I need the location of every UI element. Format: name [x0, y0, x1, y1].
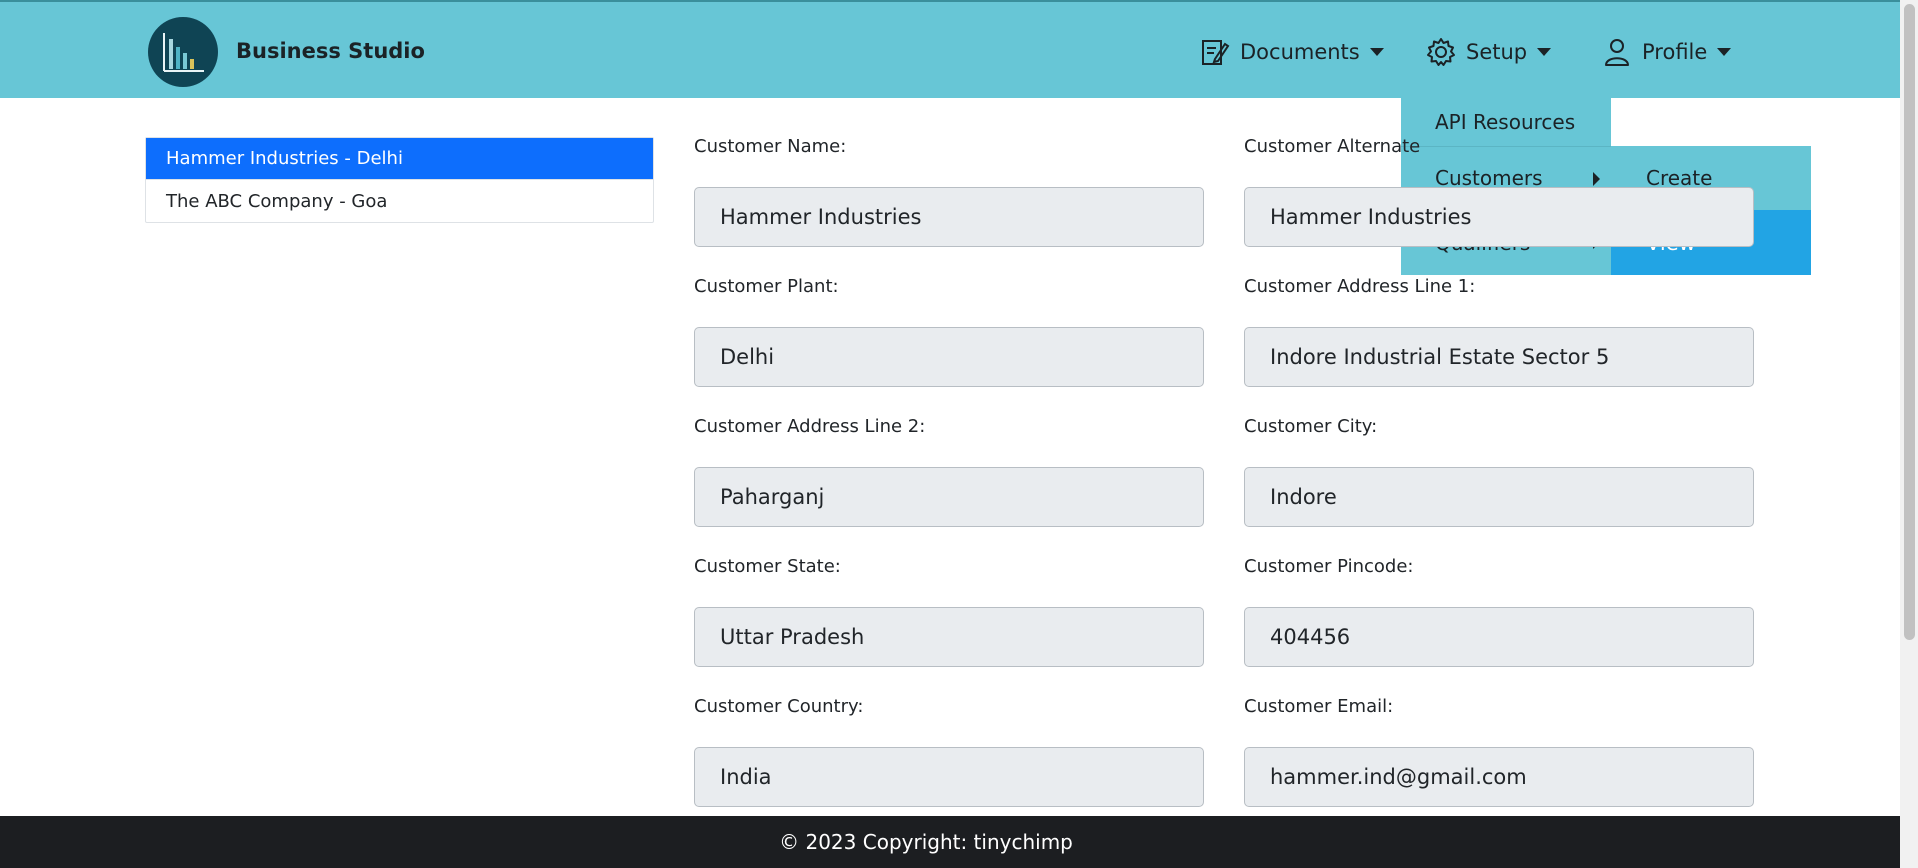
top-navbar: Business Studio Documents Setup Profile — [0, 0, 1900, 98]
customer-alternate-label: Customer Alternate — [1244, 136, 1421, 157]
page-footer: © 2023 Copyright: tinychimp — [0, 816, 1900, 868]
customer-email-field[interactable]: hammer.ind@gmail.com — [1244, 747, 1754, 807]
customer-address2-field[interactable]: Paharganj — [694, 467, 1204, 527]
customer-list-item[interactable]: Hammer Industries - Delhi — [146, 138, 653, 180]
nav-profile-dropdown[interactable]: Profile — [1602, 32, 1732, 72]
customer-state-field[interactable]: Uttar Pradesh — [694, 607, 1204, 667]
customer-pincode-label: Customer Pincode: — [1244, 556, 1414, 577]
customer-list: Hammer Industries - Delhi The ABC Compan… — [145, 137, 654, 223]
brand-name[interactable]: Business Studio — [236, 39, 425, 63]
menu-item-api-resources[interactable]: API Resources — [1401, 98, 1611, 146]
customer-country-label: Customer Country: — [694, 696, 864, 717]
scrollbar-thumb[interactable] — [1904, 4, 1915, 640]
customer-list-item-label: Hammer Industries - Delhi — [166, 148, 403, 169]
customer-name-field[interactable]: Hammer Industries — [694, 187, 1204, 247]
nav-profile-label: Profile — [1642, 40, 1708, 64]
customer-address1-label: Customer Address Line 1: — [1244, 276, 1476, 297]
customer-list-item[interactable]: The ABC Company - Goa — [146, 180, 653, 222]
customer-state-label: Customer State: — [694, 556, 841, 577]
gear-icon — [1427, 38, 1455, 66]
nav-setup-label: Setup — [1466, 40, 1528, 64]
chevron-down-icon — [1717, 48, 1732, 56]
user-icon — [1605, 39, 1629, 66]
nav-documents-label: Documents — [1240, 40, 1360, 64]
customer-plant-label: Customer Plant: — [694, 276, 839, 297]
customer-address1-field[interactable]: Indore Industrial Estate Sector 5 — [1244, 327, 1754, 387]
document-edit-icon — [1202, 40, 1230, 65]
chevron-down-icon — [1537, 48, 1552, 56]
vertical-scrollbar[interactable] — [1900, 0, 1918, 868]
bar-chart-logo-icon[interactable] — [148, 17, 218, 87]
chevron-down-icon — [1369, 48, 1384, 56]
customer-address2-label: Customer Address Line 2: — [694, 416, 926, 437]
customer-country-field[interactable]: India — [694, 747, 1204, 807]
customer-list-item-label: The ABC Company - Goa — [166, 190, 388, 212]
customer-city-label: Customer City: — [1244, 416, 1378, 437]
customer-pincode-field[interactable]: 404456 — [1244, 607, 1754, 667]
nav-documents-dropdown[interactable]: Documents — [1200, 32, 1384, 72]
customer-name-label: Customer Name: — [694, 136, 847, 157]
nav-setup-dropdown[interactable]: Setup — [1426, 32, 1552, 72]
chevron-right-icon — [1593, 172, 1600, 186]
customer-plant-field[interactable]: Delhi — [694, 327, 1204, 387]
customer-email-label: Customer Email: — [1244, 696, 1394, 717]
footer-copyright: © 2023 Copyright: tinychimp — [779, 830, 1073, 854]
customer-city-field[interactable]: Indore — [1244, 467, 1754, 527]
menu-item-label: API Resources — [1435, 110, 1576, 134]
customer-alternate-field[interactable]: Hammer Industries — [1244, 187, 1754, 247]
